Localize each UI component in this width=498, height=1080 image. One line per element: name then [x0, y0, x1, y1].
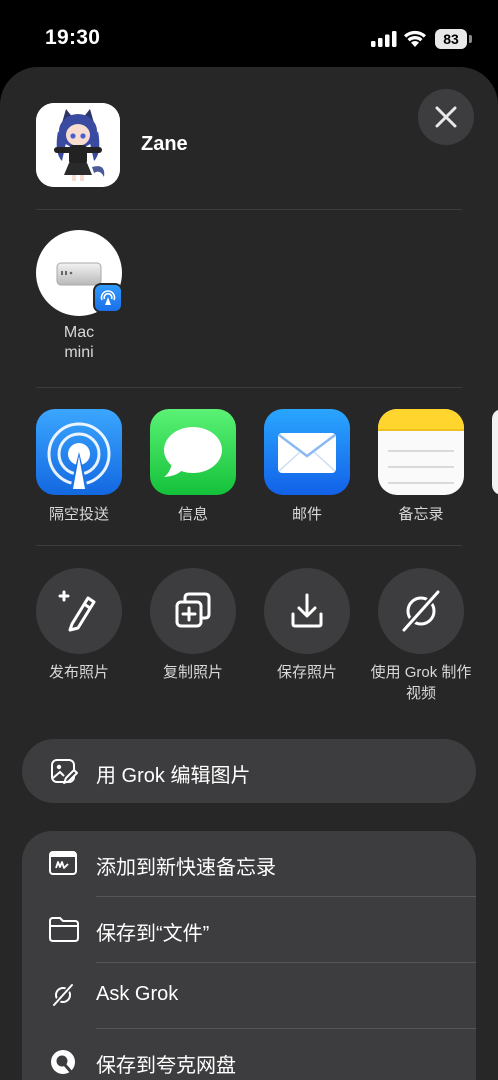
cellular-signal-icon	[371, 31, 397, 47]
divider	[36, 387, 462, 388]
share-sheet: Zane Mac mini 隔空投送 信息 邮件 备忘录 发布照片 复制照片 保…	[0, 67, 498, 1080]
device-name-line1: Mac	[63, 324, 95, 341]
list-item-label: Ask Grok	[96, 983, 179, 1005]
next-app-peek[interactable]	[492, 409, 498, 495]
quark-icon	[51, 1050, 75, 1075]
copy-photo-icon	[175, 592, 211, 628]
airdrop-device-mac-mini[interactable]: Mac mini	[36, 230, 123, 363]
airdrop-icon	[36, 409, 122, 495]
list-item-save-to-files[interactable]: 保存到“文件”	[22, 897, 476, 963]
battery-indicator: 83	[435, 29, 473, 49]
action-grok-video[interactable]: 使用 Grok 制作 视频	[362, 568, 480, 704]
pill-label: 用 Grok 编辑图片	[96, 765, 251, 787]
wifi-icon	[404, 30, 426, 47]
app-label: 邮件	[291, 506, 322, 523]
action-label: 复制照片	[162, 664, 223, 681]
edit-image-icon	[51, 759, 78, 784]
app-mail[interactable]: 邮件	[264, 409, 350, 524]
folder-icon	[49, 917, 79, 942]
edit-with-grok-button[interactable]: 用 Grok 编辑图片	[22, 739, 476, 803]
quick-note-icon	[49, 851, 77, 875]
action-label-line1: 使用 Grok 制作	[370, 664, 472, 681]
app-label: 隔空投送	[48, 506, 109, 523]
battery-level: 83	[435, 29, 467, 49]
list-item-ask-grok[interactable]: Ask Grok	[22, 963, 476, 1029]
grok-icon	[52, 983, 74, 1007]
app-label: 备忘录	[398, 506, 444, 523]
list-item-label: 保存到夸克网盘	[96, 1055, 236, 1077]
action-save-photo[interactable]: 保存照片	[248, 568, 366, 683]
action-post-photo[interactable]: 发布照片	[20, 568, 138, 683]
app-label: 信息	[177, 506, 208, 523]
shared-item-thumbnail	[36, 103, 120, 187]
anime-character-image	[36, 103, 120, 187]
device-name-line2: mini	[64, 344, 94, 361]
divider	[36, 545, 462, 546]
contact-name: Zane	[141, 133, 188, 155]
action-label: 保存照片	[276, 664, 337, 681]
action-label: 发布照片	[48, 664, 109, 681]
save-photo-icon	[291, 593, 323, 628]
list-item-label: 保存到“文件”	[96, 923, 210, 945]
messages-icon	[150, 409, 236, 495]
list-item-save-to-quark[interactable]: 保存到夸克网盘	[22, 1029, 476, 1080]
app-messages[interactable]: 信息	[150, 409, 236, 524]
close-icon	[435, 106, 457, 128]
app-airdrop[interactable]: 隔空投送	[36, 409, 122, 524]
action-copy-photo[interactable]: 复制照片	[134, 568, 252, 683]
notes-icon	[378, 409, 464, 495]
mail-icon	[264, 409, 350, 495]
list-item-quick-note[interactable]: 添加到新快速备忘录	[22, 831, 476, 897]
clock: 19:30	[45, 26, 101, 49]
list-item-label: 添加到新快速备忘录	[96, 857, 276, 879]
grok-icon	[401, 589, 441, 633]
actions-list: 添加到新快速备忘录 保存到“文件” Ask Grok 保存到夸克网盘	[22, 831, 476, 1080]
divider	[36, 209, 462, 210]
app-notes[interactable]: 备忘录	[378, 409, 464, 524]
action-label-line2: 视频	[405, 685, 436, 702]
status-bar: 19:30 83	[0, 0, 498, 70]
post-photo-icon	[58, 590, 96, 632]
close-button[interactable]	[418, 89, 474, 145]
airdrop-badge-icon	[93, 283, 123, 313]
